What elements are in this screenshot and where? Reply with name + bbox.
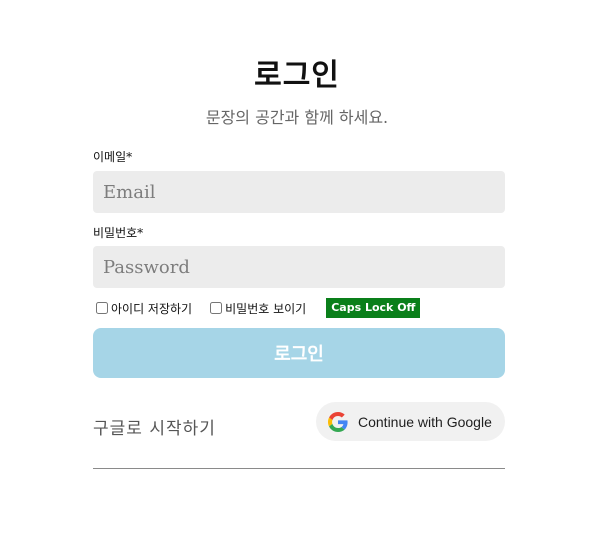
google-button-label: Continue with Google xyxy=(358,413,492,430)
remember-id-checkbox[interactable] xyxy=(96,302,108,314)
login-page: 로그인 문장의 공간과 함께 하세요. 이메일* 비밀번호* 아이디 저장하기 … xyxy=(0,0,594,544)
email-input[interactable] xyxy=(93,171,505,213)
page-title: 로그인 xyxy=(254,58,340,93)
continue-with-google-button[interactable]: Continue with Google xyxy=(316,402,505,441)
email-label: 이메일* xyxy=(93,150,133,164)
show-password-checkbox[interactable] xyxy=(210,302,223,314)
login-button[interactable]: 로그인 xyxy=(93,328,505,378)
password-label: 비밀번호* xyxy=(93,226,144,240)
divider xyxy=(93,468,505,469)
google-g-icon xyxy=(328,411,348,432)
login-options: 아이디 저장하기 비밀번호 보이기 Caps Lock Off xyxy=(96,298,421,318)
remember-id-label: 아이디 저장하기 xyxy=(111,301,193,316)
remember-id-option: 아이디 저장하기 xyxy=(96,300,192,317)
show-password-label: 비밀번호 보이기 xyxy=(225,301,307,316)
page-subtitle: 문장의 공간과 함께 하세요. xyxy=(205,108,389,127)
password-input[interactable] xyxy=(93,246,505,288)
show-password-option: 비밀번호 보이기 xyxy=(210,300,306,317)
google-start-text: 구글로 시작하기 xyxy=(93,419,216,439)
caps-lock-status-badge: Caps Lock Off xyxy=(326,298,421,318)
